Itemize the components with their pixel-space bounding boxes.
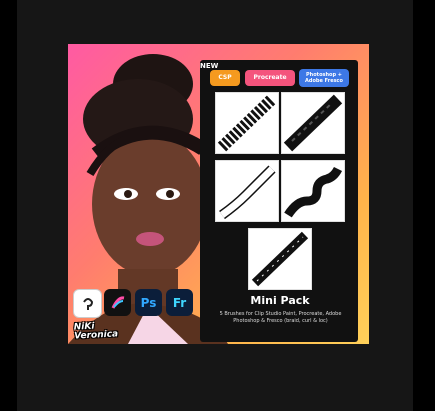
brush-preview-loc xyxy=(248,228,312,290)
photoshop-icon: Ps xyxy=(135,289,162,316)
csp-chip: CSP xyxy=(210,70,240,86)
pack-title: Mini Pack xyxy=(250,294,310,307)
brush-preview-curl xyxy=(215,92,279,154)
fresco-icon: Fr xyxy=(166,289,193,316)
clip-studio-icon xyxy=(73,289,102,318)
brush-preview-braid xyxy=(281,92,345,154)
brush-preview-curly xyxy=(281,160,345,222)
artist-logo: NiKi Veronica xyxy=(73,321,119,342)
product-card[interactable]: NEW CSP Procreate Photoshop + Adobe Fres… xyxy=(68,44,369,344)
photoshop-fresco-chip: Photoshop + Adobe Fresco xyxy=(299,69,349,87)
procreate-icon xyxy=(104,289,131,316)
pack-description: 5 Brushes for Clip Studio Paint, Procrea… xyxy=(219,311,342,324)
brush-preview-outline-braid xyxy=(215,160,279,222)
procreate-chip: Procreate xyxy=(245,70,295,86)
